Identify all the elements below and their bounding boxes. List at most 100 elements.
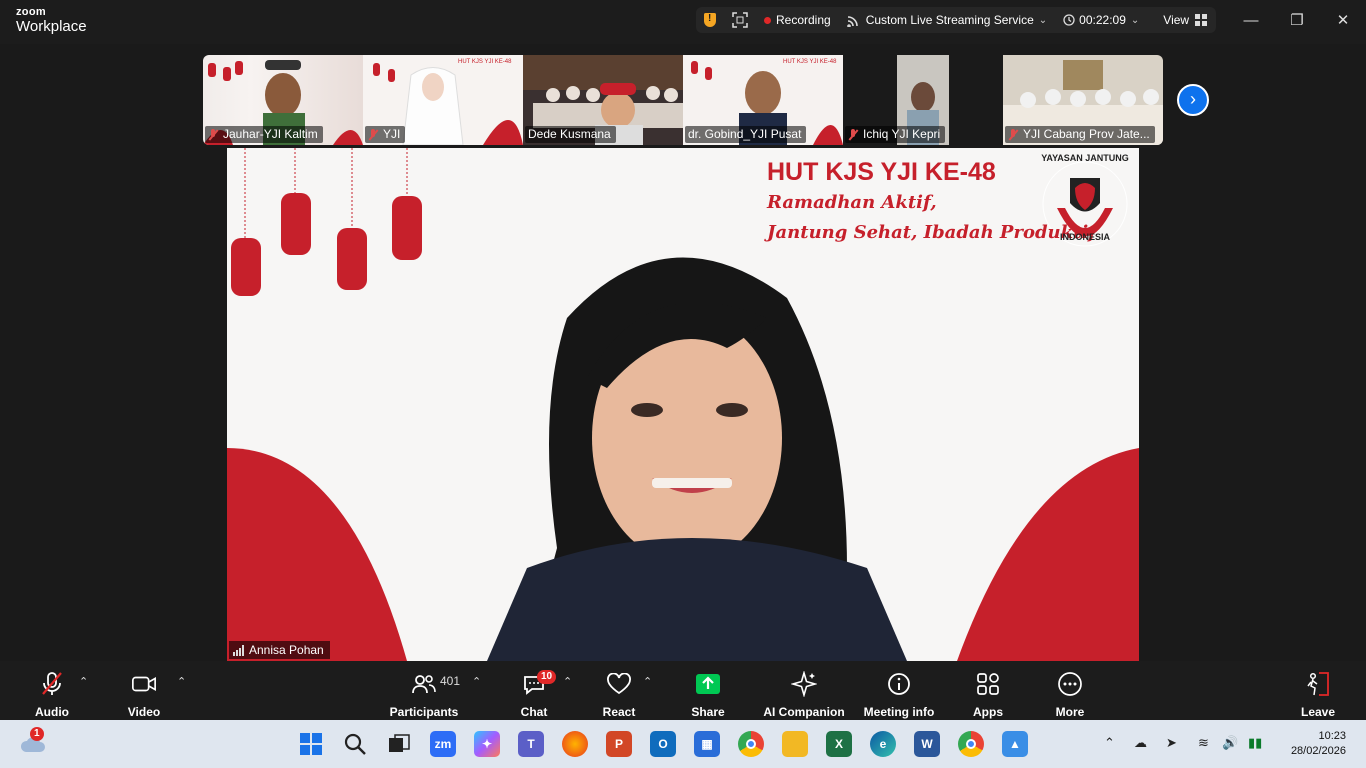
participants-button[interactable]: Participants bbox=[390, 661, 458, 720]
meeting-timer: 00:22:09 bbox=[1079, 13, 1126, 27]
chrome-icon bbox=[966, 739, 976, 749]
meeting-info-button[interactable]: Meeting info bbox=[864, 661, 934, 720]
view-label: View bbox=[1163, 13, 1190, 27]
volume-icon[interactable]: 🔊 bbox=[1222, 735, 1238, 751]
store-icon: ▦ bbox=[701, 737, 713, 751]
react-caret-icon[interactable]: ⌃ bbox=[643, 675, 652, 688]
wifi-icon[interactable]: ≋ bbox=[1198, 735, 1209, 751]
show-hidden-icons-button[interactable]: ⌃ bbox=[1104, 735, 1115, 751]
participant-name: YJI Cabang Prov Jate... bbox=[1023, 127, 1150, 141]
participant-tile[interactable]: Dede Kusmana bbox=[523, 55, 683, 145]
participants-caret-icon[interactable]: ⌃ bbox=[472, 675, 481, 688]
participant-tile[interactable]: HUT KJS YJI KE-48 dr. Gobind_YJI Pusat bbox=[683, 55, 843, 145]
restore-button[interactable]: ❐ bbox=[1274, 0, 1320, 40]
location-tray-icon[interactable]: ➤ bbox=[1166, 735, 1177, 751]
banner-subtitle-1: Ramadhan Aktif, bbox=[767, 192, 937, 213]
chat-unread-badge: 10 bbox=[537, 670, 557, 684]
video-options-caret-icon[interactable]: ⌃ bbox=[177, 675, 186, 688]
minimize-icon: — bbox=[1243, 11, 1259, 29]
audio-label: Audio bbox=[35, 705, 69, 719]
svg-text:HUT KJS YJI KE-48: HUT KJS YJI KE-48 bbox=[783, 59, 837, 65]
participant-tile[interactable]: YJI Cabang Prov Jate... bbox=[1003, 55, 1163, 145]
onedrive-tray-icon[interactable]: ☁ bbox=[1134, 735, 1147, 751]
taskbar-store[interactable]: ▦ bbox=[694, 731, 720, 757]
weather-badge: 1 bbox=[30, 727, 44, 741]
taskbar-photos[interactable]: ▲ bbox=[1002, 731, 1028, 757]
participant-name-tag: YJI bbox=[365, 126, 406, 143]
participant-name: YJI bbox=[383, 127, 401, 141]
next-page-button[interactable]: › bbox=[1177, 84, 1209, 116]
logo-text-bottom: INDONESIA bbox=[1059, 232, 1110, 242]
taskbar-zoom[interactable]: zm bbox=[430, 731, 456, 757]
taskbar-firefox[interactable] bbox=[562, 731, 588, 757]
clock-icon bbox=[1063, 14, 1075, 26]
photos-icon: ▲ bbox=[1009, 737, 1021, 751]
minimize-button[interactable]: — bbox=[1228, 0, 1274, 40]
react-button[interactable]: React bbox=[598, 661, 640, 720]
mic-muted-icon bbox=[1008, 128, 1018, 141]
close-button[interactable]: ✕ bbox=[1320, 0, 1366, 40]
logo-text-top: YAYASAN JANTUNG bbox=[1041, 153, 1129, 163]
apps-button[interactable]: Apps bbox=[968, 661, 1008, 720]
chat-label: Chat bbox=[520, 705, 548, 719]
mic-muted-icon bbox=[368, 128, 378, 141]
react-label: React bbox=[602, 705, 636, 719]
leave-button[interactable]: Leave bbox=[1298, 661, 1338, 720]
clock-date: 28/02/2026 bbox=[1290, 745, 1346, 757]
view-button[interactable]: View bbox=[1155, 7, 1215, 33]
taskbar-powerpoint[interactable]: P bbox=[606, 731, 632, 757]
word-icon: W bbox=[921, 737, 933, 751]
active-speaker-video[interactable]: HUT KJS YJI KE-48 Ramadhan Aktif, Jantun… bbox=[227, 148, 1139, 661]
share-button[interactable]: Share bbox=[688, 661, 728, 720]
heart-icon bbox=[606, 671, 632, 697]
mic-muted-icon bbox=[848, 128, 858, 141]
recording-indicator[interactable]: Recording bbox=[756, 7, 839, 33]
live-streaming-dropdown[interactable]: Custom Live Streaming Service ⌄ bbox=[839, 7, 1055, 33]
edge-icon: e bbox=[879, 737, 887, 751]
zoom-app-icon: zm bbox=[434, 737, 452, 751]
ai-companion-label: AI Companion bbox=[763, 705, 845, 719]
chevron-right-icon: › bbox=[1190, 89, 1196, 109]
meeting-status-bar: Recording Custom Live Streaming Service … bbox=[696, 7, 1216, 33]
taskbar-copilot[interactable]: ✦ bbox=[474, 731, 500, 757]
participant-tile[interactable]: Ichiq YJI Kepri bbox=[843, 55, 1003, 145]
title-bar: zoom Workplace Recording Custom Live Str… bbox=[0, 0, 1366, 44]
windows-start-button[interactable] bbox=[298, 731, 324, 757]
logo-line2: Workplace bbox=[16, 18, 87, 35]
layout-toggle-button[interactable] bbox=[724, 7, 756, 33]
participant-name-tag: YJI Cabang Prov Jate... bbox=[1005, 126, 1155, 143]
taskbar-outlook[interactable]: O bbox=[650, 731, 676, 757]
participant-tile[interactable]: HUT KJS YJI KE-48 YJI bbox=[363, 55, 523, 145]
taskbar-chrome[interactable] bbox=[738, 731, 764, 757]
meeting-timer-dropdown[interactable]: 00:22:09 ⌄ bbox=[1055, 7, 1147, 33]
audio-options-caret-icon[interactable]: ⌃ bbox=[79, 675, 88, 688]
ai-companion-button[interactable]: AI Companion bbox=[763, 661, 845, 720]
participant-name: Dede Kusmana bbox=[528, 127, 611, 141]
search-icon bbox=[344, 733, 366, 755]
speaker-name: Annisa Pohan bbox=[249, 643, 324, 657]
weather-widget[interactable]: 1 bbox=[20, 727, 46, 761]
taskbar-teams[interactable]: T bbox=[518, 731, 544, 757]
apps-label: Apps bbox=[973, 705, 1003, 719]
signal-strength-icon bbox=[233, 644, 244, 656]
taskbar-word[interactable]: W bbox=[914, 731, 940, 757]
taskbar-file-explorer[interactable] bbox=[782, 731, 808, 757]
taskbar-chrome-2[interactable] bbox=[958, 731, 984, 757]
task-view-button[interactable] bbox=[386, 731, 412, 757]
chat-caret-icon[interactable]: ⌃ bbox=[563, 675, 572, 688]
system-clock[interactable]: 10:23 28/02/2026 bbox=[1291, 729, 1346, 759]
chrome-icon bbox=[746, 739, 756, 749]
speaker-name-tag: Annisa Pohan bbox=[229, 641, 330, 659]
audio-button[interactable]: Audio bbox=[30, 661, 74, 720]
video-button[interactable]: Video bbox=[122, 661, 166, 720]
more-button[interactable]: More bbox=[1050, 661, 1090, 720]
more-label: More bbox=[1055, 705, 1085, 719]
security-shield-button[interactable] bbox=[696, 7, 724, 33]
windows-taskbar: 1 zm ✦ T P O ▦ X e W ▲ ⌃ ☁ ➤ ≋ 🔊 ▮▮ 10:2… bbox=[0, 720, 1366, 768]
participant-tile[interactable]: Jauhar-YJI Kaltim bbox=[203, 55, 363, 145]
taskbar-excel[interactable]: X bbox=[826, 731, 852, 757]
search-button[interactable] bbox=[342, 731, 368, 757]
taskbar-edge[interactable]: e bbox=[870, 731, 896, 757]
battery-icon[interactable]: ▮▮ bbox=[1248, 735, 1262, 751]
svg-text:HUT KJS YJI KE-48: HUT KJS YJI KE-48 bbox=[458, 59, 512, 65]
